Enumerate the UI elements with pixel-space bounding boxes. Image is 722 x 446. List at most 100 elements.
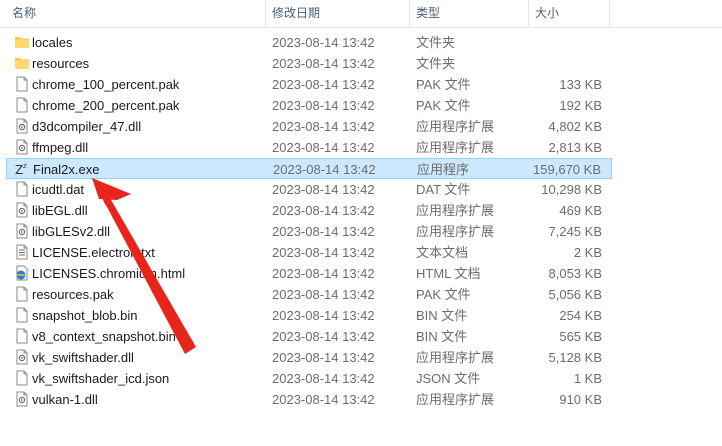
file-name: vk_swiftshader.dll [32, 350, 134, 365]
file-row[interactable]: resources.pak 2023-08-14 13:42 PAK 文件 5,056… [6, 284, 612, 305]
file-date: 2023-08-14 13:42 [273, 162, 376, 177]
file-name: locales [32, 35, 73, 50]
file-row[interactable]: ffmpeg.dll 2023-08-14 13:42 应用程序扩展 2,813 KB [6, 137, 612, 158]
file-name: resources [32, 56, 90, 71]
file-type: 文本文档 [416, 245, 469, 260]
file-name: vk_swiftshader_icd.json [32, 371, 170, 386]
file-icon [14, 370, 28, 387]
file-list: locales 2023-08-14 13:42 文件夹 resources 2023-… [0, 32, 722, 410]
file-icon [14, 286, 28, 303]
dll-gear-icon [14, 391, 28, 408]
html-file-icon [14, 265, 28, 282]
file-name: LICENSE.electron.txt [32, 245, 155, 260]
file-row[interactable]: vulkan-1.dll 2023-08-14 13:42 应用程序扩展 910 KB [6, 389, 612, 410]
folder-icon [14, 55, 29, 72]
file-name: libGLESv2.dll [32, 224, 111, 239]
file-type: 应用程序扩展 [416, 203, 495, 218]
file-row[interactable]: chrome_100_percent.pak 2023-08-14 13:42 PA… [6, 74, 612, 95]
file-size: 4,802 KB [548, 119, 603, 134]
file-size: 910 KB [559, 392, 602, 407]
file-date: 2023-08-14 13:42 [272, 287, 375, 302]
file-size: 10,298 KB [541, 182, 602, 197]
chevron-up-icon: ⌃ [136, 0, 145, 7]
file-date: 2023-08-14 13:42 [272, 350, 375, 365]
file-row[interactable]: snapshot_blob.bin 2023-08-14 13:42 BIN 文件 2… [6, 305, 612, 326]
file-row[interactable]: v8_context_snapshot.bin 2023-08-14 13:42 B… [6, 326, 612, 347]
file-row[interactable]: libEGL.dll 2023-08-14 13:42 应用程序扩展 469 KB [6, 200, 612, 221]
dll-gear-icon [14, 223, 28, 240]
file-date: 2023-08-14 13:42 [272, 203, 375, 218]
file-icon [14, 328, 28, 345]
file-type: 应用程序扩展 [416, 392, 495, 407]
folder-icon [14, 34, 29, 51]
column-header-end [609, 0, 611, 27]
file-date: 2023-08-14 13:42 [272, 224, 375, 239]
svg-text:z: z [23, 162, 27, 170]
file-date: 2023-08-14 13:42 [272, 98, 375, 113]
file-type: DAT 文件 [416, 182, 471, 197]
file-row[interactable]: chrome_200_percent.pak 2023-08-14 13:42 PA… [6, 95, 612, 116]
file-icon [14, 307, 28, 324]
file-date: 2023-08-14 13:42 [272, 308, 375, 323]
file-size: 5,128 KB [548, 350, 603, 365]
file-type: 文件夹 [416, 56, 456, 71]
file-type: 文件夹 [416, 35, 456, 50]
file-size: 133 KB [559, 77, 602, 92]
file-row[interactable]: LICENSE.electron.txt 2023-08-14 13:42 文本文档… [6, 242, 612, 263]
file-row[interactable]: locales 2023-08-14 13:42 文件夹 [6, 32, 612, 53]
file-date: 2023-08-14 13:42 [272, 119, 375, 134]
file-type: BIN 文件 [416, 329, 468, 344]
column-header-type-label: 类型 [416, 6, 441, 20]
file-row[interactable]: vk_swiftshader_icd.json 2023-08-14 13:42 J… [6, 368, 612, 389]
file-date: 2023-08-14 13:42 [272, 266, 375, 281]
file-name: vulkan-1.dll [32, 392, 98, 407]
file-size: 2 KB [573, 245, 602, 260]
file-name: LICENSES.chromium.html [32, 266, 186, 281]
exe-app-icon: Zz [15, 161, 29, 178]
file-row[interactable]: vk_swiftshader.dll 2023-08-14 13:42 应用程序扩展… [6, 347, 612, 368]
file-date: 2023-08-14 13:42 [272, 35, 375, 50]
column-header-size-label: 大小 [535, 6, 560, 20]
file-row[interactable]: icudtl.dat 2023-08-14 13:42 DAT 文件 10,298 K… [6, 179, 612, 200]
file-size: 8,053 KB [548, 266, 603, 281]
file-date: 2023-08-14 13:42 [272, 329, 375, 344]
file-type: 应用程序扩展 [416, 224, 495, 239]
file-name: ffmpeg.dll [32, 140, 89, 155]
file-type: 应用程序扩展 [416, 119, 495, 134]
dll-gear-icon [14, 349, 28, 366]
file-size: 7,245 KB [548, 224, 603, 239]
column-header-name[interactable]: 名称 ⌃ [6, 0, 266, 27]
file-icon [14, 97, 28, 114]
dll-gear-icon [14, 139, 28, 156]
file-size: 159,670 KB [533, 162, 601, 177]
file-size: 565 KB [559, 329, 602, 344]
dll-gear-icon [14, 118, 28, 135]
file-name: chrome_100_percent.pak [32, 77, 180, 92]
column-header-name-label: 名称 [12, 6, 37, 20]
file-type: PAK 文件 [416, 77, 471, 92]
column-header-date-label: 修改日期 [272, 6, 321, 20]
file-icon [14, 181, 28, 198]
file-type: 应用程序扩展 [416, 350, 495, 365]
file-date: 2023-08-14 13:42 [272, 392, 375, 407]
file-icon [14, 76, 28, 93]
file-row[interactable]: d3dcompiler_47.dll 2023-08-14 13:42 应用程序扩展… [6, 116, 612, 137]
file-name: Final2x.exe [33, 162, 100, 177]
column-header-size[interactable]: 大小 [528, 0, 610, 27]
column-header-date[interactable]: 修改日期 [265, 0, 410, 27]
file-type: JSON 文件 [416, 371, 481, 386]
dll-gear-icon [14, 202, 28, 219]
file-name: v8_context_snapshot.bin [32, 329, 176, 344]
svg-text:Z: Z [15, 163, 23, 177]
file-row[interactable]: LICENSES.chromium.html 2023-08-14 13:42 HT… [6, 263, 612, 284]
file-date: 2023-08-14 13:42 [272, 77, 375, 92]
file-row[interactable]: resources 2023-08-14 13:42 文件夹 [6, 53, 612, 74]
file-type: PAK 文件 [416, 98, 471, 113]
file-size: 5,056 KB [548, 287, 603, 302]
file-row[interactable]: Zz Final2x.exe 2023-08-14 13:42 应用程序 159,670… [6, 158, 612, 179]
file-row[interactable]: libGLESv2.dll 2023-08-14 13:42 应用程序扩展 7,245… [6, 221, 612, 242]
column-header-type[interactable]: 类型 [409, 0, 529, 27]
column-header-bar: 名称 ⌃ 修改日期 类型 大小 [0, 0, 722, 28]
file-name: chrome_200_percent.pak [32, 98, 180, 113]
file-date: 2023-08-14 13:42 [272, 56, 375, 71]
